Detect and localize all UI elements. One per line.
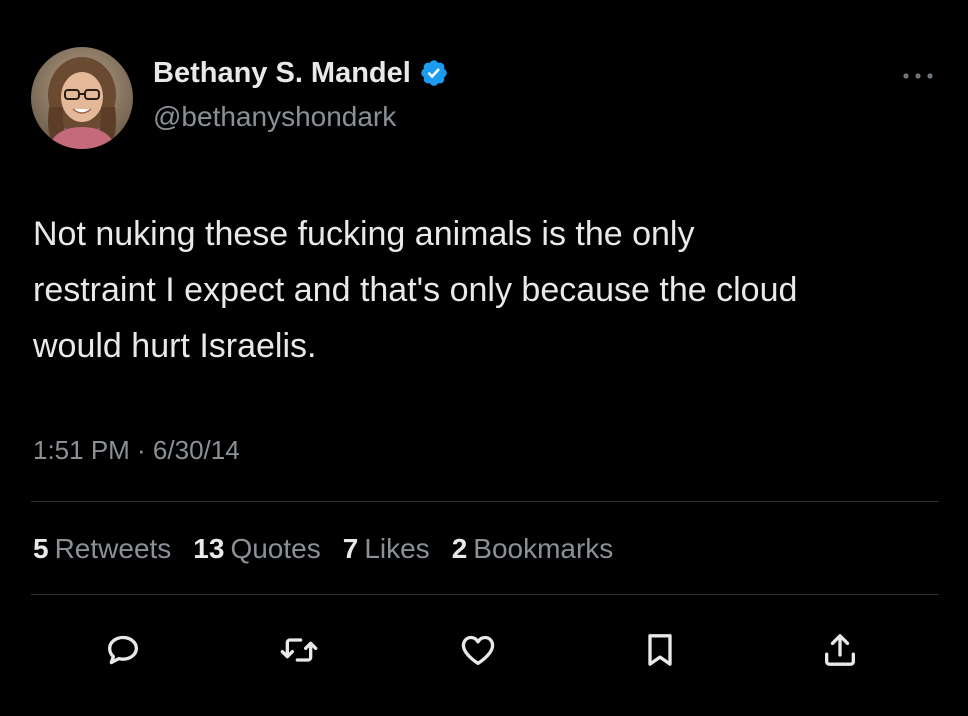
retweet-icon — [280, 638, 318, 662]
stat-bookmarks[interactable]: 2 Bookmarks — [452, 529, 614, 569]
divider — [31, 594, 939, 595]
like-icon — [461, 635, 495, 665]
stat-label: Likes — [364, 533, 430, 564]
stat-quotes[interactable]: 13 Quotes — [193, 529, 320, 569]
stat-label: Retweets — [54, 533, 172, 564]
more-options-icon[interactable] — [898, 66, 938, 86]
stat-count: 13 — [193, 533, 225, 564]
tweet-text-line: would hurt Israelis. — [33, 327, 317, 365]
engagement-stats: 5 Retweets 13 Quotes 7 Likes 2 Bookmarks — [33, 529, 635, 569]
display-name[interactable]: Bethany S. Mandel — [153, 55, 411, 91]
reply-button[interactable] — [99, 626, 147, 674]
bookmark-button[interactable] — [636, 626, 684, 674]
author-handle[interactable]: @bethanyshondark — [153, 99, 396, 135]
author-name-row: Bethany S. Mandel — [153, 55, 449, 91]
tweet-text-line: Not nuking these fucking animals is the … — [33, 215, 695, 253]
tweet-card: Bethany S. Mandel @bethanyshondark Not n… — [0, 0, 968, 716]
like-button[interactable] — [454, 626, 502, 674]
share-button[interactable] — [816, 626, 864, 674]
stat-count: 5 — [33, 533, 49, 564]
tweet-text: Not nuking these fucking animals is the … — [33, 206, 943, 374]
avatar[interactable] — [31, 47, 133, 149]
stat-count: 2 — [451, 533, 468, 564]
reply-icon — [108, 635, 138, 665]
stat-label: Quotes — [230, 533, 321, 564]
avatar-photo — [31, 47, 133, 149]
divider — [31, 501, 939, 502]
bookmark-icon — [648, 634, 672, 666]
stat-count: 7 — [342, 533, 359, 564]
retweet-button[interactable] — [275, 626, 323, 674]
stat-label: Bookmarks — [473, 533, 614, 564]
tweet-text-line: restraint I expect and that's only becau… — [33, 271, 798, 309]
share-icon — [825, 634, 855, 666]
stat-likes[interactable]: 7 Likes — [343, 529, 430, 569]
tweet-timestamp[interactable]: 1:51 PM · 6/30/14 — [33, 432, 240, 468]
stat-retweets[interactable]: 5 Retweets — [33, 529, 171, 569]
verified-check-icon — [419, 58, 449, 88]
